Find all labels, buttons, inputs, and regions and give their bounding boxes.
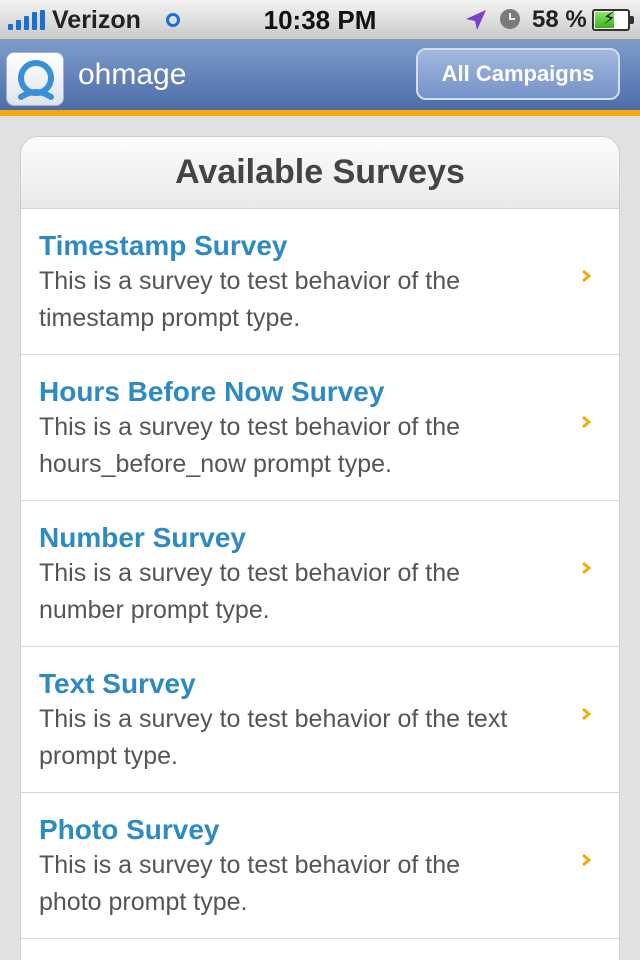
location-arrow-icon [466, 10, 486, 30]
survey-title: Photo Survey [39, 814, 220, 845]
app-title: ohmage [78, 58, 187, 91]
survey-item-photo[interactable]: Photo Survey This is a survey to test be… [21, 793, 619, 939]
chevron-right-icon [582, 853, 591, 867]
survey-description: This is a survey to test behavior of the… [39, 267, 461, 332]
survey-item-text[interactable]: Text Survey This is a survey to test beh… [21, 647, 619, 793]
all-campaigns-button[interactable]: All Campaigns [416, 48, 620, 100]
ohmage-logo-icon [6, 52, 64, 106]
charging-bolt-icon: ⚡ [603, 8, 616, 28]
chevron-right-icon [582, 269, 591, 283]
survey-item-hours-before-now[interactable]: Hours Before Now Survey This is a survey… [21, 355, 619, 501]
surveys-card: Available Surveys Timestamp Survey This … [20, 136, 620, 960]
status-bar: Verizon 10:38 PM 58 % ⚡ [0, 0, 640, 40]
survey-description: This is a survey to test behavior of the… [39, 851, 461, 916]
survey-title: Hours Before Now Survey [39, 376, 385, 407]
survey-title: Timestamp Survey [39, 230, 288, 261]
battery-icon: ⚡ [592, 8, 634, 31]
chevron-right-icon [582, 561, 591, 575]
nav-accent-bar [0, 110, 640, 116]
survey-item-timestamp[interactable]: Timestamp Survey This is a survey to tes… [21, 209, 619, 355]
nav-bar: ohmage All Campaigns [0, 40, 640, 110]
survey-description: This is a survey to test behavior of the… [39, 559, 461, 624]
survey-item-number[interactable]: Number Survey This is a survey to test b… [21, 501, 619, 647]
surveys-header: Available Surveys [21, 137, 619, 209]
survey-description: This is a survey to test behavior of the… [39, 413, 461, 478]
survey-title: Number Survey [39, 522, 246, 553]
chevron-right-icon [582, 415, 591, 429]
survey-title: Text Survey [39, 668, 196, 699]
alarm-clock-icon [500, 9, 520, 29]
chevron-right-icon [582, 707, 591, 721]
battery-percent: 58 % [532, 6, 587, 33]
survey-description: This is a survey to test behavior of the… [39, 705, 508, 770]
